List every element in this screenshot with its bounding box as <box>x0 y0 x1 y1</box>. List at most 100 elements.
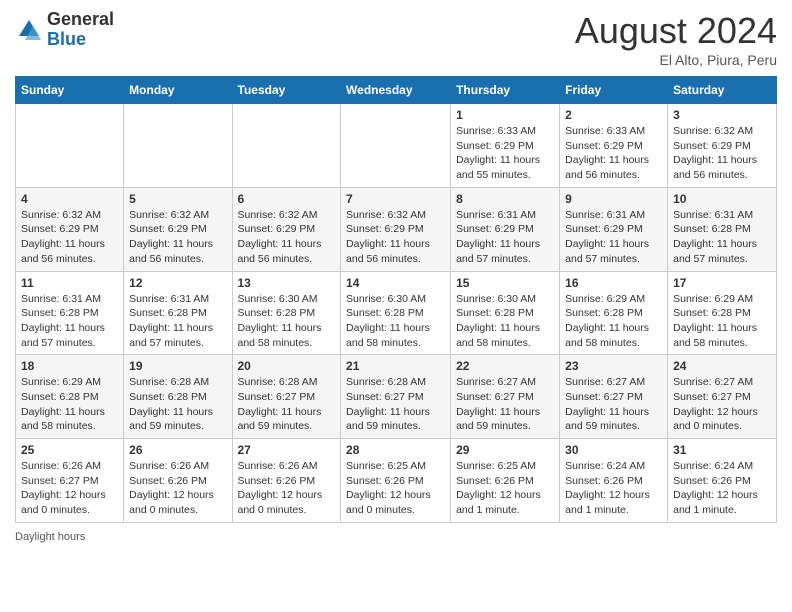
calendar-cell: 26 Sunrise: 6:26 AMSunset: 6:26 PMDayligh… <box>124 439 232 523</box>
calendar-week-row: 1 Sunrise: 6:33 AMSunset: 6:29 PMDaylight… <box>16 104 777 188</box>
day-info: Sunrise: 6:31 AMSunset: 6:28 PMDaylight:… <box>21 292 118 351</box>
calendar-header-row: SundayMondayTuesdayWednesdayThursdayFrid… <box>16 77 777 104</box>
page-header: General Blue August 2024 El Alto, Piura,… <box>15 10 777 68</box>
day-number: 6 <box>238 192 336 206</box>
day-number: 9 <box>565 192 662 206</box>
day-info: Sunrise: 6:29 AMSunset: 6:28 PMDaylight:… <box>21 375 118 434</box>
day-number: 22 <box>456 359 554 373</box>
logo-blue: Blue <box>47 30 114 50</box>
calendar-cell: 16Sunrise: 6:29 AMSunset: 6:28 PMDayligh… <box>560 271 668 355</box>
calendar-cell: 12 Sunrise: 6:31 AMSunset: 6:28 PMDayligh… <box>124 271 232 355</box>
day-info: Sunrise: 6:26 AMSunset: 6:27 PMDaylight:… <box>21 459 118 518</box>
day-number: 26 <box>129 443 226 457</box>
day-number: 28 <box>346 443 445 457</box>
day-info: Sunrise: 6:27 AMSunset: 6:27 PMDaylight:… <box>565 375 662 434</box>
calendar-cell: 7Sunrise: 6:32 AMSunset: 6:29 PMDaylight… <box>341 187 451 271</box>
calendar-cell: 23Sunrise: 6:27 AMSunset: 6:27 PMDayligh… <box>560 355 668 439</box>
day-number: 5 <box>129 192 226 206</box>
calendar-cell: 15 Sunrise: 6:30 AMSunset: 6:28 PMDayligh… <box>451 271 560 355</box>
day-number: 13 <box>238 276 336 290</box>
calendar-table: SundayMondayTuesdayWednesdayThursdayFrid… <box>15 76 777 523</box>
calendar-cell: 5Sunrise: 6:32 AMSunset: 6:29 PMDaylight… <box>124 187 232 271</box>
day-header-saturday: Saturday <box>668 77 777 104</box>
calendar-cell: 20 Sunrise: 6:28 AMSunset: 6:27 PMDayligh… <box>232 355 341 439</box>
calendar-cell: 24Sunrise: 6:27 AMSunset: 6:27 PMDayligh… <box>668 355 777 439</box>
calendar-cell: 8 Sunrise: 6:31 AMSunset: 6:29 PMDaylight… <box>451 187 560 271</box>
calendar-cell: 9 Sunrise: 6:31 AMSunset: 6:29 PMDaylight… <box>560 187 668 271</box>
day-info: Sunrise: 6:30 AMSunset: 6:28 PMDaylight:… <box>238 292 336 351</box>
calendar-cell: 14Sunrise: 6:30 AMSunset: 6:28 PMDayligh… <box>341 271 451 355</box>
day-header-tuesday: Tuesday <box>232 77 341 104</box>
calendar-cell: 25 Sunrise: 6:26 AMSunset: 6:27 PMDayligh… <box>16 439 124 523</box>
day-info: Sunrise: 6:24 AMSunset: 6:26 PMDaylight:… <box>673 459 771 518</box>
day-number: 14 <box>346 276 445 290</box>
logo-icon <box>15 16 43 44</box>
day-info: Sunrise: 6:32 AMSunset: 6:29 PMDaylight:… <box>673 124 771 183</box>
day-number: 3 <box>673 108 771 122</box>
calendar-cell: 1Sunrise: 6:33 AMSunset: 6:29 PMDaylight… <box>451 104 560 188</box>
day-info: Sunrise: 6:28 AMSunset: 6:27 PMDaylight:… <box>346 375 445 434</box>
calendar-cell <box>341 104 451 188</box>
calendar-week-row: 25 Sunrise: 6:26 AMSunset: 6:27 PMDayligh… <box>16 439 777 523</box>
day-info: Sunrise: 6:26 AMSunset: 6:26 PMDaylight:… <box>238 459 336 518</box>
day-info: Sunrise: 6:25 AMSunset: 6:26 PMDaylight:… <box>346 459 445 518</box>
day-info: Sunrise: 6:29 AMSunset: 6:28 PMDaylight:… <box>673 292 771 351</box>
calendar-cell: 3 Sunrise: 6:32 AMSunset: 6:29 PMDaylight… <box>668 104 777 188</box>
calendar-cell: 22Sunrise: 6:27 AMSunset: 6:27 PMDayligh… <box>451 355 560 439</box>
day-number: 30 <box>565 443 662 457</box>
calendar-cell <box>124 104 232 188</box>
day-info: Sunrise: 6:31 AMSunset: 6:29 PMDaylight:… <box>456 208 554 267</box>
month-title: August 2024 <box>575 10 777 52</box>
day-number: 20 <box>238 359 336 373</box>
calendar-cell: 21 Sunrise: 6:28 AMSunset: 6:27 PMDayligh… <box>341 355 451 439</box>
day-info: Sunrise: 6:32 AMSunset: 6:29 PMDaylight:… <box>21 208 118 267</box>
calendar-cell: 13 Sunrise: 6:30 AMSunset: 6:28 PMDayligh… <box>232 271 341 355</box>
day-number: 7 <box>346 192 445 206</box>
day-number: 21 <box>346 359 445 373</box>
day-number: 17 <box>673 276 771 290</box>
day-header-monday: Monday <box>124 77 232 104</box>
logo: General Blue <box>15 10 114 50</box>
day-number: 1 <box>456 108 554 122</box>
day-number: 27 <box>238 443 336 457</box>
day-info: Sunrise: 6:31 AMSunset: 6:28 PMDaylight:… <box>673 208 771 267</box>
calendar-cell: 18 Sunrise: 6:29 AMSunset: 6:28 PMDayligh… <box>16 355 124 439</box>
calendar-cell: 11 Sunrise: 6:31 AMSunset: 6:28 PMDayligh… <box>16 271 124 355</box>
day-info: Sunrise: 6:24 AMSunset: 6:26 PMDaylight:… <box>565 459 662 518</box>
day-info: Sunrise: 6:31 AMSunset: 6:29 PMDaylight:… <box>565 208 662 267</box>
day-info: Sunrise: 6:26 AMSunset: 6:26 PMDaylight:… <box>129 459 226 518</box>
day-number: 10 <box>673 192 771 206</box>
day-number: 16 <box>565 276 662 290</box>
calendar-cell: 29Sunrise: 6:25 AMSunset: 6:26 PMDayligh… <box>451 439 560 523</box>
day-header-wednesday: Wednesday <box>341 77 451 104</box>
day-number: 8 <box>456 192 554 206</box>
day-header-friday: Friday <box>560 77 668 104</box>
calendar-cell: 2 Sunrise: 6:33 AMSunset: 6:29 PMDaylight… <box>560 104 668 188</box>
day-number: 2 <box>565 108 662 122</box>
calendar-cell: 17 Sunrise: 6:29 AMSunset: 6:28 PMDayligh… <box>668 271 777 355</box>
day-info: Sunrise: 6:33 AMSunset: 6:29 PMDaylight:… <box>565 124 662 183</box>
logo-general: General <box>47 10 114 30</box>
calendar-cell: 31Sunrise: 6:24 AMSunset: 6:26 PMDayligh… <box>668 439 777 523</box>
day-header-sunday: Sunday <box>16 77 124 104</box>
calendar-cell <box>16 104 124 188</box>
day-number: 11 <box>21 276 118 290</box>
calendar-week-row: 4Sunrise: 6:32 AMSunset: 6:29 PMDaylight… <box>16 187 777 271</box>
calendar-week-row: 18 Sunrise: 6:29 AMSunset: 6:28 PMDayligh… <box>16 355 777 439</box>
day-info: Sunrise: 6:30 AMSunset: 6:28 PMDaylight:… <box>456 292 554 351</box>
location-subtitle: El Alto, Piura, Peru <box>575 52 777 68</box>
day-info: Sunrise: 6:31 AMSunset: 6:28 PMDaylight:… <box>129 292 226 351</box>
calendar-cell: 10 Sunrise: 6:31 AMSunset: 6:28 PMDayligh… <box>668 187 777 271</box>
day-info: Sunrise: 6:28 AMSunset: 6:27 PMDaylight:… <box>238 375 336 434</box>
day-number: 12 <box>129 276 226 290</box>
day-number: 18 <box>21 359 118 373</box>
day-number: 25 <box>21 443 118 457</box>
day-info: Sunrise: 6:27 AMSunset: 6:27 PMDaylight:… <box>673 375 771 434</box>
footer-daylight: Daylight hours <box>15 531 777 543</box>
calendar-cell: 6Sunrise: 6:32 AMSunset: 6:29 PMDaylight… <box>232 187 341 271</box>
calendar-week-row: 11 Sunrise: 6:31 AMSunset: 6:28 PMDayligh… <box>16 271 777 355</box>
day-number: 15 <box>456 276 554 290</box>
calendar-cell: 4Sunrise: 6:32 AMSunset: 6:29 PMDaylight… <box>16 187 124 271</box>
day-number: 29 <box>456 443 554 457</box>
title-block: August 2024 El Alto, Piura, Peru <box>575 10 777 68</box>
